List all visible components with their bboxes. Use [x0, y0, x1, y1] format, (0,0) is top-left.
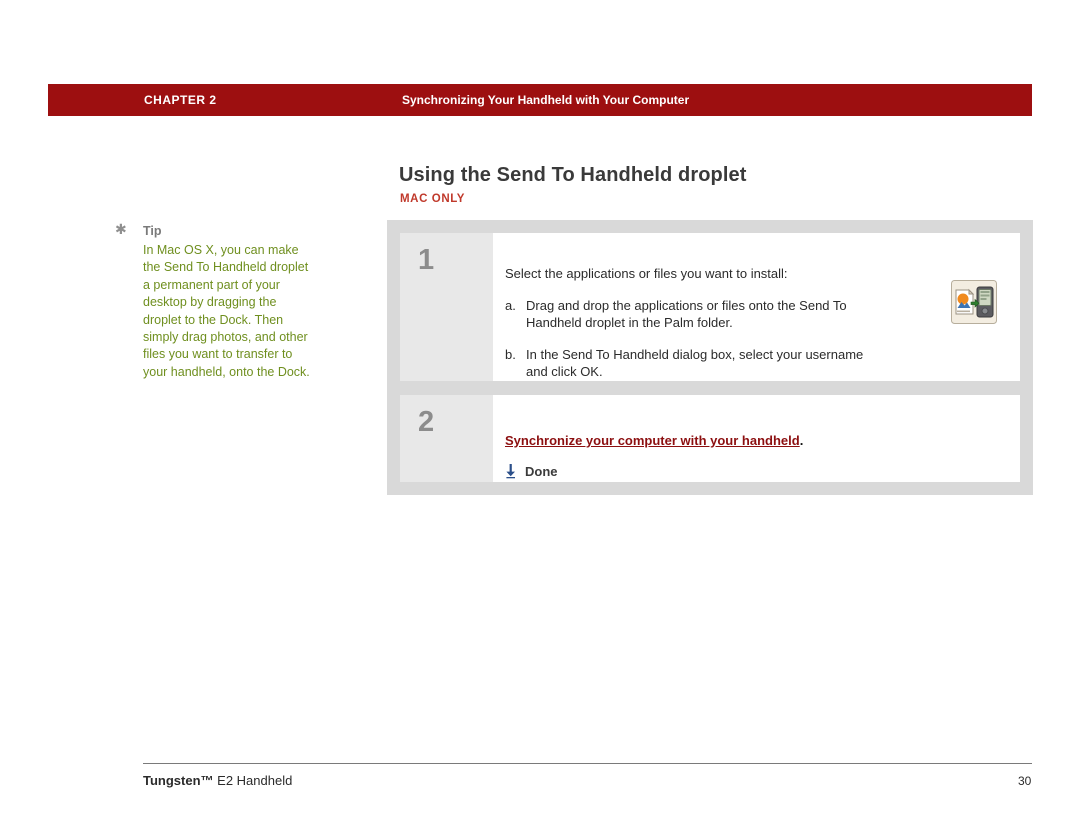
done-label: Done — [525, 463, 558, 479]
step-1-number-column: 1 — [400, 233, 493, 381]
chapter-label: CHAPTER 2 — [144, 93, 217, 107]
tip-asterisk-icon: ✱ — [115, 221, 127, 237]
footer-product-name: Tungsten™ E2 Handheld — [143, 773, 292, 788]
page-title: Using the Send To Handheld droplet — [399, 164, 747, 186]
step-1-number: 1 — [418, 244, 435, 276]
chapter-title: Synchronizing Your Handheld with Your Co… — [402, 93, 690, 107]
step-1-substep-a: a. Drag and drop the applications or fil… — [505, 297, 885, 331]
tip-label: Tip — [143, 224, 162, 238]
chapter-header-bar: CHAPTER 2 Synchronizing Your Handheld wi… — [48, 84, 1032, 116]
footer-brand: Tungsten™ — [143, 773, 214, 788]
step-2-content: Synchronize your computer with your hand… — [493, 395, 1020, 482]
step-1-substep-b-text: In the Send To Handheld dialog box, sele… — [526, 347, 864, 379]
steps-panel: 1 Select the applications or files you w… — [387, 220, 1033, 495]
step-1: 1 Select the applications or files you w… — [400, 233, 1020, 381]
step-1-content: Select the applications or files you wan… — [493, 233, 1020, 381]
step-2-number: 2 — [418, 406, 435, 438]
tip-body: In Mac OS X, you can make the Send To Ha… — [143, 243, 310, 379]
step-1-intro: Select the applications or files you wan… — [505, 266, 788, 281]
step-1-substep-b: b. In the Send To Handheld dialog box, s… — [505, 346, 885, 380]
send-to-handheld-droplet-icon — [951, 280, 997, 324]
footer-model: E2 Handheld — [213, 773, 293, 788]
step-1-substep-a-letter: a. — [505, 298, 516, 313]
down-arrow-icon — [506, 464, 515, 479]
step-2-number-column: 2 — [400, 395, 493, 482]
step-1-substep-b-letter: b. — [505, 347, 516, 362]
mac-only-badge: MAC ONLY — [400, 193, 466, 205]
footer-divider — [143, 763, 1032, 764]
page-number: 30 — [1018, 774, 1032, 788]
synchronize-cross-reference-link[interactable]: Synchronize your computer with your hand… — [505, 433, 800, 448]
step-2-instruction: Synchronize your computer with your hand… — [505, 433, 803, 448]
step-1-substep-a-text: Drag and drop the applications or files … — [526, 298, 847, 330]
step-2: 2 Synchronize your computer with your ha… — [400, 395, 1020, 482]
step-2-done-row: Done — [505, 463, 558, 479]
step-2-instruction-period: . — [799, 433, 804, 448]
